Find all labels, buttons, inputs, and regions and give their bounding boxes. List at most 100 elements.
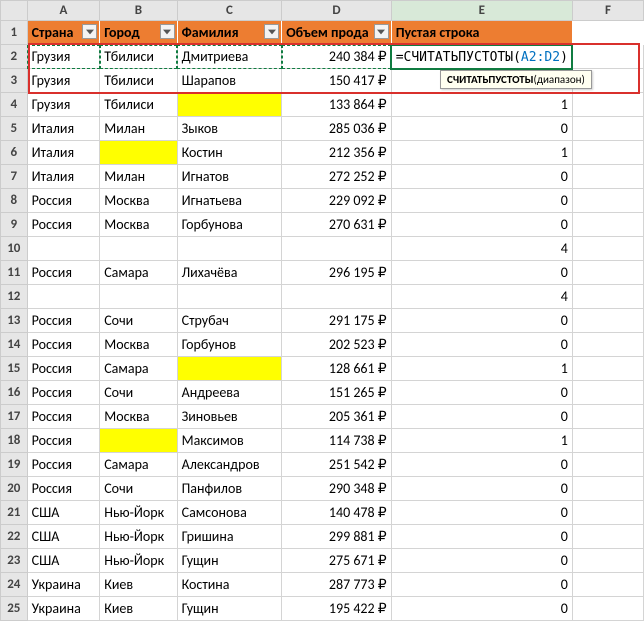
row-header[interactable]: 5 <box>1 117 28 141</box>
cell-sales[interactable] <box>282 285 391 309</box>
cell-country[interactable]: Италия <box>27 165 100 189</box>
cell-surname[interactable] <box>177 93 282 117</box>
table-row[interactable]: 16РоссияСочиАндреева151 265 ₽0 <box>1 381 644 405</box>
cell-city[interactable]: Самара <box>100 357 177 381</box>
filter-icon[interactable] <box>374 24 389 39</box>
cell-surname[interactable]: Александров <box>177 453 282 477</box>
cell-surname[interactable] <box>177 237 282 261</box>
select-all-corner[interactable] <box>1 1 28 21</box>
row-header[interactable]: 25 <box>1 597 28 621</box>
cell-sales[interactable]: 212 356 ₽ <box>282 141 391 165</box>
cell-empty[interactable]: 0 <box>391 597 572 621</box>
cell-country[interactable]: Украина <box>27 597 100 621</box>
cell-country[interactable]: Италия <box>27 117 100 141</box>
cell[interactable] <box>572 525 643 549</box>
cell[interactable] <box>572 165 643 189</box>
row-header[interactable]: 16 <box>1 381 28 405</box>
col-header-C[interactable]: C <box>177 1 282 21</box>
cell[interactable] <box>572 453 643 477</box>
cell-country[interactable]: Россия <box>27 381 100 405</box>
cell-empty[interactable]: 0 <box>391 453 572 477</box>
header-country[interactable]: Страна <box>27 21 100 45</box>
cell-empty[interactable]: 0 <box>391 213 572 237</box>
cell-sales[interactable]: 291 175 ₽ <box>282 309 391 333</box>
cell-surname[interactable]: Горбунов <box>177 333 282 357</box>
cell[interactable] <box>572 333 643 357</box>
cell[interactable] <box>572 477 643 501</box>
row-header[interactable]: 14 <box>1 333 28 357</box>
cell-country[interactable]: Россия <box>27 357 100 381</box>
cell-city[interactable]: Нью-Йорк <box>100 501 177 525</box>
cell-empty[interactable]: 0 <box>391 477 572 501</box>
cell-surname[interactable] <box>177 285 282 309</box>
cell[interactable] <box>572 429 643 453</box>
row-header[interactable]: 11 <box>1 261 28 285</box>
table-row[interactable]: 23СШАНью-ЙоркГущин275 671 ₽0 <box>1 549 644 573</box>
row-header[interactable]: 3 <box>1 69 28 93</box>
cell-country[interactable] <box>27 237 100 261</box>
cell-sales[interactable]: 270 631 ₽ <box>282 213 391 237</box>
cell-sales[interactable] <box>282 237 391 261</box>
cell[interactable] <box>572 117 643 141</box>
cell[interactable] <box>572 309 643 333</box>
col-header-B[interactable]: B <box>100 1 177 21</box>
cell-city[interactable]: Нью-Йорк <box>100 525 177 549</box>
cell-sales[interactable]: 205 361 ₽ <box>282 405 391 429</box>
row-header[interactable]: 4 <box>1 93 28 117</box>
cell-country[interactable]: США <box>27 549 100 573</box>
header-sales[interactable]: Объем прода <box>282 21 391 45</box>
table-row[interactable]: 25УкраинаКиевГущин195 422 ₽0 <box>1 597 644 621</box>
row-header[interactable]: 2 <box>1 45 28 69</box>
cell[interactable] <box>572 597 643 621</box>
spreadsheet-grid[interactable]: A B C D E F 1 Страна Город Фамилия Объем… <box>0 0 644 621</box>
row-header[interactable]: 15 <box>1 357 28 381</box>
header-city[interactable]: Город <box>100 21 177 45</box>
cell-city[interactable]: Милан <box>100 117 177 141</box>
col-header-D[interactable]: D <box>282 1 391 21</box>
cell-country[interactable]: Россия <box>27 453 100 477</box>
cell-sales[interactable]: 275 671 ₽ <box>282 549 391 573</box>
cell-surname[interactable]: Гущин <box>177 549 282 573</box>
filter-icon[interactable] <box>264 24 279 39</box>
cell-country[interactable]: Россия <box>27 261 100 285</box>
table-row[interactable]: 17РоссияМоскваЗиновьев205 361 ₽0 <box>1 405 644 429</box>
cell-empty[interactable]: 1 <box>391 93 572 117</box>
cell-sales[interactable]: 150 417 ₽ <box>282 69 391 93</box>
table-row[interactable]: 4ГрузияТбилиси133 864 ₽1 <box>1 93 644 117</box>
filter-icon[interactable] <box>160 24 175 39</box>
cell-empty[interactable]: 1 <box>391 357 572 381</box>
cell-sales[interactable]: 290 348 ₽ <box>282 477 391 501</box>
cell-city[interactable]: Нью-Йорк <box>100 549 177 573</box>
cell-empty[interactable]: 0 <box>391 333 572 357</box>
cell-sales[interactable]: 114 738 ₽ <box>282 429 391 453</box>
row-header[interactable]: 13 <box>1 309 28 333</box>
table-row[interactable]: 6ИталияКостин212 356 ₽1 <box>1 141 644 165</box>
cell-sales[interactable]: 140 478 ₽ <box>282 501 391 525</box>
cell-city[interactable]: Тбилиси <box>100 69 177 93</box>
cell-sales[interactable]: 240 384 ₽ <box>282 45 391 69</box>
cell-surname[interactable]: Зиновьев <box>177 405 282 429</box>
row-header[interactable]: 20 <box>1 477 28 501</box>
cell-city[interactable]: Москва <box>100 333 177 357</box>
cell-country[interactable]: Грузия <box>27 45 100 69</box>
cell-empty[interactable]: 4 <box>391 237 572 261</box>
cell-country[interactable]: США <box>27 501 100 525</box>
table-row[interactable]: 14РоссияМоскваГорбунов202 523 ₽0 <box>1 333 644 357</box>
col-header-A[interactable]: A <box>27 1 100 21</box>
cell-empty[interactable]: 0 <box>391 405 572 429</box>
cell-empty[interactable]: 1 <box>391 429 572 453</box>
header-empty[interactable]: Пустая строка <box>391 21 572 45</box>
cell-country[interactable]: Россия <box>27 405 100 429</box>
table-row[interactable]: 15РоссияСамара128 661 ₽1 <box>1 357 644 381</box>
cell-sales[interactable]: 195 422 ₽ <box>282 597 391 621</box>
table-row[interactable]: 13РоссияСочиСтрубач291 175 ₽0 <box>1 309 644 333</box>
table-row[interactable]: 2ГрузияТбилисиДмитриева240 384 ₽=СЧИТАТЬ… <box>1 45 644 69</box>
cell-surname[interactable]: Максимов <box>177 429 282 453</box>
cell-empty[interactable]: 0 <box>391 309 572 333</box>
cell-surname[interactable]: Самсонова <box>177 501 282 525</box>
cell[interactable] <box>572 189 643 213</box>
cell-sales[interactable]: 287 773 ₽ <box>282 573 391 597</box>
cell-surname[interactable] <box>177 357 282 381</box>
cell-country[interactable]: Россия <box>27 333 100 357</box>
row-header[interactable]: 18 <box>1 429 28 453</box>
